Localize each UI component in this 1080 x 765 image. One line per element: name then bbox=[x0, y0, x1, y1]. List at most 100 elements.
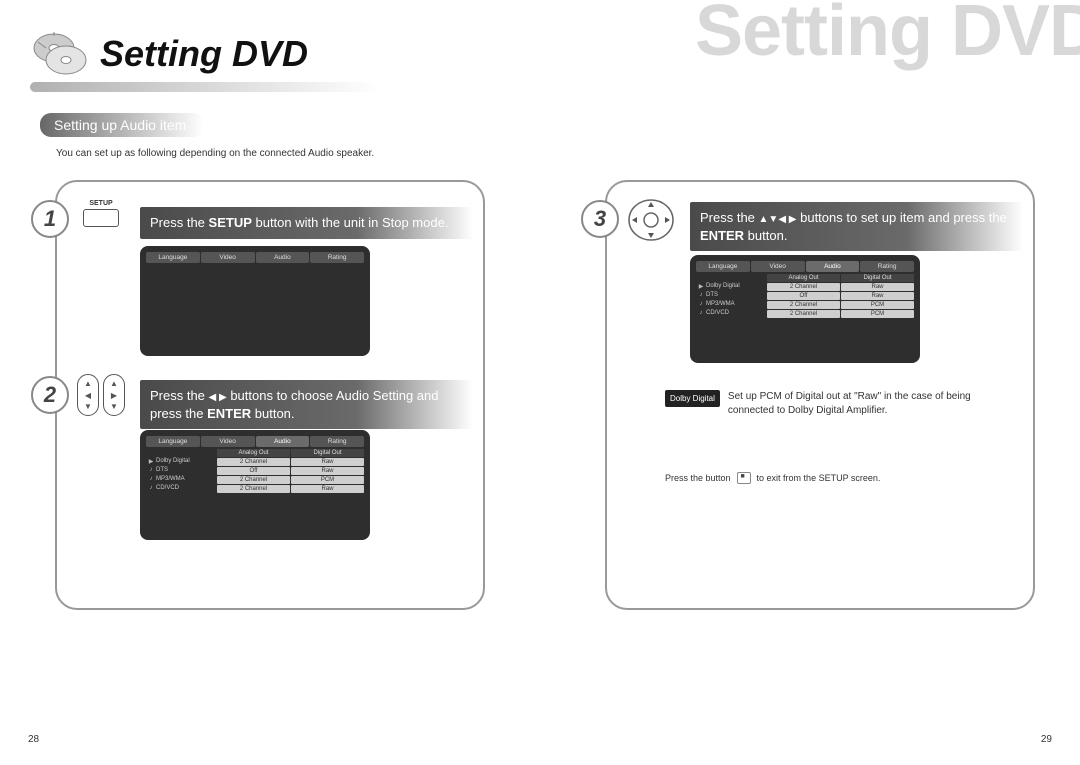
step-number-2: 2 bbox=[31, 376, 69, 414]
osd-cell: Raw bbox=[841, 283, 914, 291]
osd-screen-2: Language Video Audio Rating Analog Out D… bbox=[140, 430, 370, 540]
s3-pre: Press the bbox=[700, 210, 759, 225]
osd-tab-active: Audio bbox=[256, 436, 310, 447]
osd-row-label: DTS bbox=[156, 467, 216, 475]
osd-row-icon: ♪ bbox=[696, 301, 706, 309]
osd-tab: Rating bbox=[310, 252, 364, 263]
stop-button-icon bbox=[737, 472, 751, 484]
dolby-note-text: Set up PCM of Digital out at "Raw" in th… bbox=[728, 390, 1015, 418]
osd-cell: 2 Channel bbox=[767, 310, 840, 318]
osd-row-label: CD/VCD bbox=[156, 485, 216, 493]
osd-row-label: Dolby Digital bbox=[706, 283, 766, 291]
osd-tab: Language bbox=[146, 252, 200, 263]
osd-row: ♪DTSOffRaw bbox=[696, 292, 914, 300]
osd-cell: PCM bbox=[291, 476, 364, 484]
s3-arrows: ▲▼◀ ▶ bbox=[759, 214, 797, 225]
s1-bold: SETUP bbox=[209, 215, 252, 230]
osd-tab: Language bbox=[696, 261, 750, 272]
step-number-3: 3 bbox=[581, 200, 619, 238]
dolby-badge: Dolby Digital bbox=[665, 390, 720, 407]
s2-post: button. bbox=[251, 406, 294, 421]
s2-arrows: ◀ ▶ bbox=[209, 392, 227, 403]
right-column: 3 Press the ▲▼◀ ▶ buttons to set up item… bbox=[605, 180, 1035, 610]
keycap-icon bbox=[83, 209, 119, 227]
exit-pre: Press the button bbox=[665, 472, 731, 485]
osd-screen-1: Language Video Audio Rating bbox=[140, 246, 370, 356]
osd-tab: Audio bbox=[256, 252, 310, 263]
exit-note: Press the button to exit from the SETUP … bbox=[665, 472, 1015, 485]
osd-tab: Rating bbox=[310, 436, 364, 447]
osd2-subheader: Analog Out Digital Out bbox=[146, 449, 364, 457]
s1-post: button with the unit in Stop mode. bbox=[252, 215, 449, 230]
osd-col-analog: Analog Out bbox=[217, 449, 290, 457]
osd-row-icon: ▶ bbox=[146, 458, 156, 466]
osd-tab-active: Audio bbox=[806, 261, 860, 272]
osd-row-icon: ♪ bbox=[146, 467, 156, 475]
osd-tab: Language bbox=[146, 436, 200, 447]
osd-cell: PCM bbox=[841, 310, 914, 318]
page-header: Setting DVD bbox=[30, 30, 308, 78]
page-number-left: 28 bbox=[28, 734, 39, 745]
osd-row-icon: ♪ bbox=[696, 292, 706, 300]
osd-tab: Rating bbox=[860, 261, 914, 272]
left-column: 1 SETUP Press the SETUP button with the … bbox=[55, 180, 485, 610]
osd-row-icon: ♪ bbox=[696, 310, 706, 318]
osd-cell: Off bbox=[767, 292, 840, 300]
step-2-instruction: Press the ◀ ▶ buttons to choose Audio Se… bbox=[140, 380, 473, 429]
exit-post: to exit from the SETUP screen. bbox=[757, 472, 881, 485]
osd3-subheader: Analog Out Digital Out bbox=[696, 274, 914, 282]
step-number-1: 1 bbox=[31, 200, 69, 238]
page-title: Setting DVD bbox=[100, 33, 308, 75]
osd-row-label: DTS bbox=[706, 292, 766, 300]
osd-row-icon: ♪ bbox=[146, 485, 156, 493]
osd-tab: Video bbox=[201, 252, 255, 263]
watermark-title: Setting DVD bbox=[695, 0, 1080, 72]
osd-cell: 2 Channel bbox=[767, 283, 840, 291]
osd-row: ♪MP3/WMA2 ChannelPCM bbox=[146, 476, 364, 484]
osd-row-icon: ♪ bbox=[146, 476, 156, 484]
disc-icon bbox=[30, 30, 90, 78]
osd-row: ♪MP3/WMA2 ChannelPCM bbox=[696, 301, 914, 309]
osd-row: ▶Dolby Digital2 ChannelRaw bbox=[696, 283, 914, 291]
osd1-tabs: Language Video Audio Rating bbox=[146, 252, 364, 263]
osd-cell: Raw bbox=[291, 467, 364, 475]
intro-text: You can set up as following depending on… bbox=[56, 148, 374, 159]
osd-row-label: CD/VCD bbox=[706, 310, 766, 318]
osd-tab: Video bbox=[751, 261, 805, 272]
dpad-full-icon bbox=[625, 198, 677, 242]
osd-row: ♪CD/VCD2 ChannelRaw bbox=[146, 485, 364, 493]
osd-col-analog: Analog Out bbox=[767, 274, 840, 282]
osd-cell: Off bbox=[217, 467, 290, 475]
osd-col-digital: Digital Out bbox=[841, 274, 914, 282]
dpad-left-right-icon: ▲◀▼ ▲▶▼ bbox=[75, 374, 127, 416]
osd3-tabs: Language Video Audio Rating bbox=[696, 261, 914, 272]
osd-cell: 2 Channel bbox=[217, 476, 290, 484]
setup-button-icon: SETUP bbox=[75, 200, 127, 227]
s3-mid: buttons to set up item and press the bbox=[797, 210, 1007, 225]
osd-row-label: MP3/WMA bbox=[706, 301, 766, 309]
osd-cell: 2 Channel bbox=[217, 485, 290, 493]
page-number-right: 29 bbox=[1041, 734, 1052, 745]
dolby-note: Dolby Digital Set up PCM of Digital out … bbox=[665, 390, 1015, 418]
s3-bold: ENTER bbox=[700, 228, 744, 243]
osd-col-digital: Digital Out bbox=[291, 449, 364, 457]
s2-bold: ENTER bbox=[207, 406, 251, 421]
step-1-instruction: Press the SETUP button with the unit in … bbox=[140, 207, 473, 239]
section-pill: Setting up Audio item bbox=[40, 113, 204, 137]
osd-screen-3: Language Video Audio Rating Analog Out D… bbox=[690, 255, 920, 363]
osd-tab: Video bbox=[201, 436, 255, 447]
osd-row: ♪DTSOffRaw bbox=[146, 467, 364, 475]
osd-cell: PCM bbox=[841, 301, 914, 309]
s3-post: button. bbox=[744, 228, 787, 243]
step-3-instruction: Press the ▲▼◀ ▶ buttons to set up item a… bbox=[690, 202, 1023, 251]
dpad-oval-right: ▲▶▼ bbox=[103, 374, 125, 416]
osd-cell: 2 Channel bbox=[767, 301, 840, 309]
osd-row: ♪CD/VCD2 ChannelPCM bbox=[696, 310, 914, 318]
osd-cell: Raw bbox=[291, 485, 364, 493]
osd-row-label: MP3/WMA bbox=[156, 476, 216, 484]
setup-button-label: SETUP bbox=[89, 200, 112, 207]
s1-pre: Press the bbox=[150, 215, 209, 230]
title-underline bbox=[30, 82, 380, 92]
osd-cell: Raw bbox=[291, 458, 364, 466]
osd-row-label: Dolby Digital bbox=[156, 458, 216, 466]
